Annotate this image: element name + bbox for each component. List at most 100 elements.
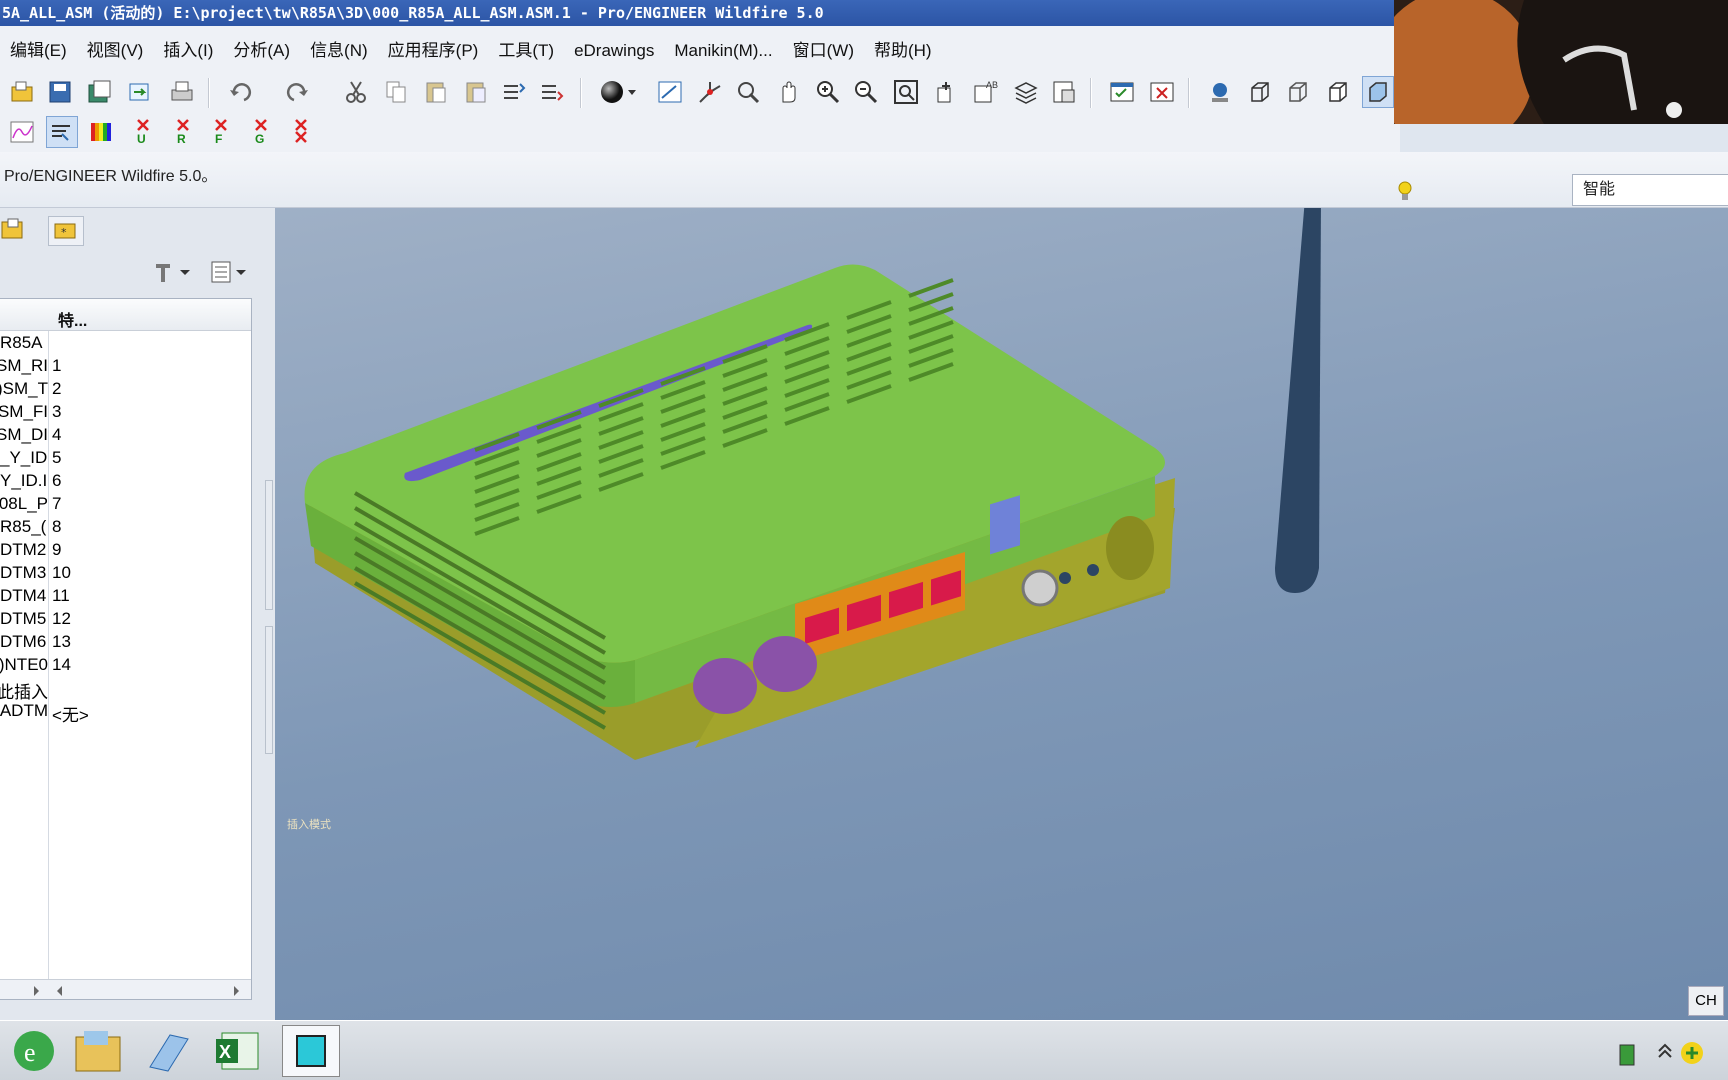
tree-row[interactable]: SM_T(2 (0, 379, 251, 404)
tree-row-number: <无> (52, 706, 89, 725)
backup-icon[interactable] (124, 76, 156, 108)
zoom-in-icon[interactable] (812, 76, 844, 108)
graphics-viewport[interactable]: 插入模式 (275, 208, 1728, 1020)
datum-u-icon[interactable]: U (128, 116, 160, 148)
proe-taskbar-icon[interactable] (282, 1025, 340, 1077)
open-icon[interactable] (6, 76, 38, 108)
tree-row[interactable]: 此插入 (0, 678, 251, 703)
panel-splitter-handle[interactable] (265, 480, 273, 610)
saved-views-icon[interactable]: AB (970, 76, 1002, 108)
wireframe-icon[interactable] (1244, 76, 1276, 108)
tree-row[interactable]: SM_DI 4 (0, 425, 251, 450)
tree-row[interactable]: R85A (0, 333, 251, 358)
cut-icon[interactable] (340, 76, 372, 108)
hidden-line-icon[interactable] (1282, 76, 1314, 108)
menu-item-0[interactable]: 编辑(E) (0, 26, 77, 76)
tree-row[interactable]: DTM3 10 (0, 563, 251, 588)
color-appearance-icon[interactable] (86, 116, 118, 148)
view-manager-icon[interactable] (1048, 76, 1080, 108)
tree-row[interactable]: DTM4 11 (0, 586, 251, 611)
menu-item-10[interactable]: 帮助(H) (864, 26, 942, 76)
svg-text:*: * (61, 226, 67, 239)
show-menu-icon[interactable] (206, 256, 254, 288)
tree-row-number: 13 (52, 632, 71, 651)
notebook-icon[interactable] (140, 1025, 198, 1077)
tree-row-number: 2 (52, 379, 62, 398)
paste-special-icon[interactable] (460, 76, 492, 108)
menu-item-8[interactable]: Manikin(M)... (664, 26, 782, 76)
shaded-icon[interactable] (1362, 76, 1394, 108)
tree-row[interactable]: DTM2 9 (0, 540, 251, 565)
svg-text:e: e (24, 1038, 36, 1067)
selection-filter[interactable]: 智能 (1572, 174, 1728, 206)
close-window-icon[interactable] (1146, 76, 1178, 108)
menu-item-6[interactable]: 工具(T) (488, 26, 564, 76)
menu-item-2[interactable]: 插入(I) (153, 26, 223, 76)
tree-row[interactable]: ADTM'<无> (0, 701, 251, 726)
undo-icon[interactable] (224, 76, 256, 108)
regenerate-icon[interactable] (498, 76, 530, 108)
datum-g-icon[interactable]: G (246, 116, 278, 148)
datum-label: F (215, 132, 223, 146)
file-explorer-icon[interactable] (70, 1025, 128, 1077)
menu-item-7[interactable]: eDrawings (564, 26, 664, 76)
sketch-icon[interactable] (654, 76, 686, 108)
datum-point-icon[interactable] (732, 76, 764, 108)
menu-item-9[interactable]: 窗口(W) (783, 26, 864, 76)
paste-icon[interactable] (420, 76, 452, 108)
layers-icon[interactable] (1010, 76, 1042, 108)
datum-r-icon[interactable]: R (168, 116, 200, 148)
menu-item-1[interactable]: 视图(V) (77, 26, 154, 76)
ie-icon[interactable]: e (4, 1025, 62, 1077)
pan-icon[interactable] (772, 76, 804, 108)
tree-row[interactable]: SM_FI 3 (0, 402, 251, 427)
ime-indicator[interactable]: CH (1688, 986, 1724, 1016)
favorites-tab-icon[interactable]: * (48, 216, 84, 246)
battery-icon[interactable] (1612, 1025, 1642, 1077)
network-icon[interactable] (1676, 1025, 1716, 1077)
tree-row[interactable]: 08L_P 7 (0, 494, 251, 519)
tree-row[interactable]: Y_ID.I 6 (0, 471, 251, 496)
tree-row[interactable]: Y_ID_ 5 (0, 448, 251, 473)
tree-row[interactable]: DTM5 12 (0, 609, 251, 634)
save-copy-icon[interactable] (84, 76, 116, 108)
tree-row-number: 11 (52, 586, 70, 605)
window-activate-icon[interactable] (1106, 76, 1138, 108)
copy-icon[interactable] (380, 76, 412, 108)
refit-icon[interactable] (890, 76, 922, 108)
redo-icon[interactable] (282, 76, 314, 108)
regen-manager-icon[interactable] (536, 76, 568, 108)
tree-row-number: 6 (52, 471, 62, 490)
chevron-down-icon[interactable] (624, 76, 640, 108)
tree-row[interactable]: SM_RI 1 (0, 356, 251, 381)
reorient-icon[interactable] (930, 76, 962, 108)
datum-label: R (177, 132, 186, 146)
print-icon[interactable] (166, 76, 198, 108)
menu-item-5[interactable]: 应用程序(P) (378, 26, 489, 76)
datum-axis-icon[interactable] (694, 76, 726, 108)
tree-settings-icon[interactable] (148, 256, 196, 288)
datum-x-icon[interactable] (286, 116, 318, 148)
tree-row[interactable]: NTE0(14 (0, 655, 251, 680)
lightbulb-icon[interactable] (1398, 178, 1412, 211)
menu-item-4[interactable]: 信息(N) (300, 26, 378, 76)
display-style-icon[interactable] (46, 116, 78, 148)
excel-icon[interactable]: X (210, 1025, 268, 1077)
datum-f-icon[interactable]: F (206, 116, 238, 148)
tree-horizontal-scrollbar[interactable] (0, 979, 251, 999)
model-tree-tab-icon[interactable] (0, 216, 36, 246)
no-hidden-icon[interactable] (1322, 76, 1354, 108)
tree-row[interactable]: )_R85 8 (0, 517, 251, 542)
tree-row-name: )_R85 (0, 517, 47, 536)
tree-row-name: DTM3 (0, 563, 47, 582)
feature-column-header[interactable]: 特... (58, 307, 87, 331)
analysis-icon[interactable] (6, 116, 38, 148)
router-3d-model[interactable] (275, 208, 1728, 1020)
web-browser-icon[interactable] (1204, 76, 1236, 108)
zoom-out-icon[interactable] (850, 76, 882, 108)
save-icon[interactable] (44, 76, 76, 108)
tray-expand-icon[interactable] (1652, 1025, 1678, 1077)
menu-item-3[interactable]: 分析(A) (223, 26, 300, 76)
panel-splitter-handle-lower[interactable] (265, 626, 273, 754)
tree-row[interactable]: DTM6 13 (0, 632, 251, 657)
